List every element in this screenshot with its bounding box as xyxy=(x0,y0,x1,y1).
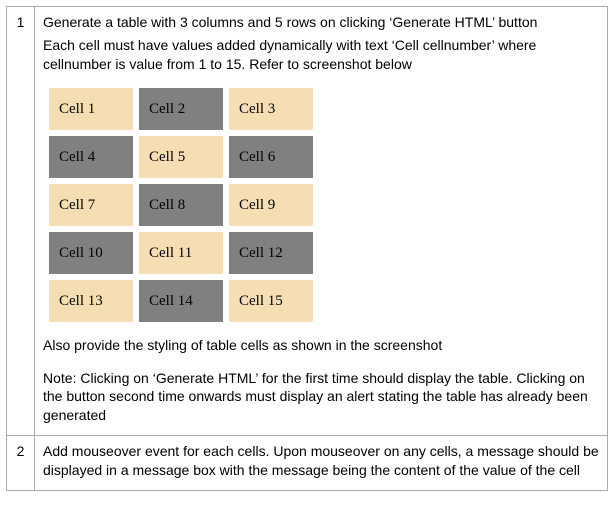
sample-cell: Cell 4 xyxy=(49,136,133,178)
row-number: 2 xyxy=(7,436,35,491)
requirements-table: 1 Generate a table with 3 columns and 5 … xyxy=(6,6,608,491)
row-content: Add mouseover event for each cells. Upon… xyxy=(35,436,608,491)
sample-cell: Cell 2 xyxy=(139,88,223,130)
sample-cell: Cell 7 xyxy=(49,184,133,226)
paragraph: Also provide the styling of table cells … xyxy=(43,336,599,355)
paragraph: Add mouseover event for each cells. Upon… xyxy=(43,442,599,480)
sample-cell: Cell 15 xyxy=(229,280,313,322)
sample-cell: Cell 6 xyxy=(229,136,313,178)
paragraph: Each cell must have values added dynamic… xyxy=(43,36,599,74)
sample-cell: Cell 11 xyxy=(139,232,223,274)
sample-cell: Cell 8 xyxy=(139,184,223,226)
sample-cell: Cell 1 xyxy=(49,88,133,130)
sample-cell: Cell 10 xyxy=(49,232,133,274)
sample-cell: Cell 9 xyxy=(229,184,313,226)
row-content: Generate a table with 3 columns and 5 ro… xyxy=(35,7,608,436)
sample-cell-table: Cell 1Cell 2Cell 3Cell 4Cell 5Cell 6Cell… xyxy=(43,82,319,328)
sample-cell: Cell 13 xyxy=(49,280,133,322)
row-number: 1 xyxy=(7,7,35,436)
sample-cell: Cell 5 xyxy=(139,136,223,178)
sample-cell: Cell 3 xyxy=(229,88,313,130)
paragraph: Generate a table with 3 columns and 5 ro… xyxy=(43,13,599,32)
paragraph: Note: Clicking on ‘Generate HTML’ for th… xyxy=(43,369,599,426)
sample-cell: Cell 14 xyxy=(139,280,223,322)
sample-cell: Cell 12 xyxy=(229,232,313,274)
